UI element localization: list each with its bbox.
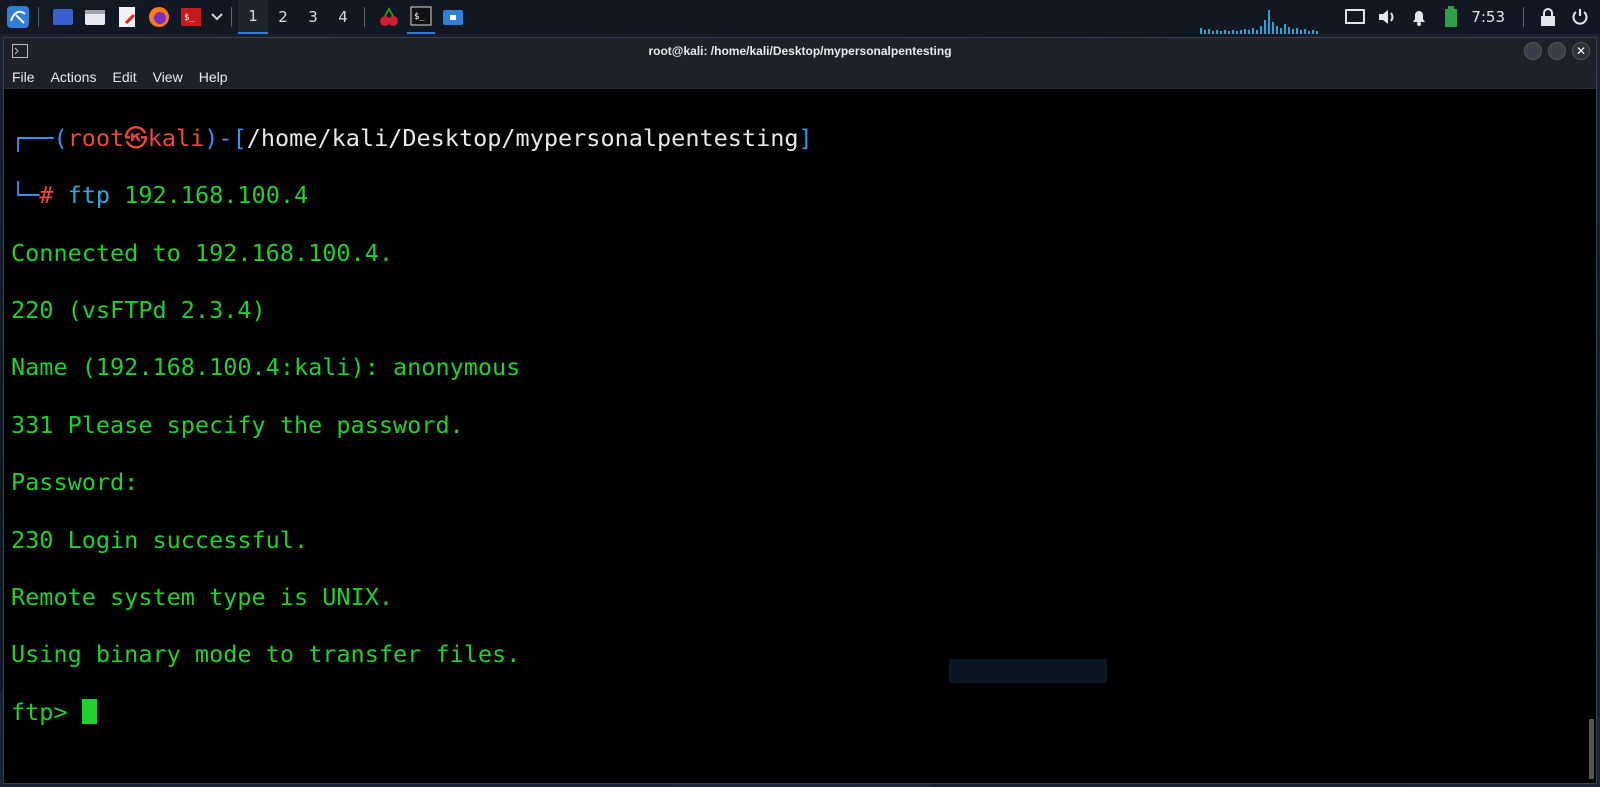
prompt-user: root: [67, 123, 125, 152]
desktop-icon[interactable]: [49, 3, 77, 31]
menu-view[interactable]: View: [145, 69, 191, 85]
workspace-1[interactable]: 1: [238, 0, 268, 34]
command-args: 192.168.100.4: [124, 181, 309, 210]
divider: [1523, 7, 1524, 27]
background-window-ghost: [949, 334, 1596, 774]
menu-bar: File Actions Edit View Help: [4, 65, 1596, 89]
window-titlebar[interactable]: root@kali: /home/kali/Desktop/mypersonal…: [4, 38, 1596, 65]
svg-text:$_: $_: [184, 13, 195, 23]
output-line: Name (192.168.100.4:kali): anonymous: [11, 353, 521, 382]
file-manager-icon[interactable]: [81, 3, 109, 31]
workspace-4[interactable]: 4: [328, 0, 358, 34]
output-line: 220 (vsFTPd 2.3.4): [11, 295, 266, 324]
ftp-prompt: ftp>: [11, 697, 82, 726]
workspace-3[interactable]: 3: [298, 0, 328, 34]
bell-icon[interactable]: [1405, 3, 1433, 31]
volume-icon[interactable]: [1373, 3, 1401, 31]
divider: [231, 7, 232, 27]
output-line: Remote system type is UNIX.: [11, 582, 394, 611]
clock[interactable]: 7:53: [1471, 8, 1505, 26]
command-line: └─# ftp 192.168.100.4: [11, 181, 309, 210]
chevron-down-icon[interactable]: [209, 3, 225, 31]
battery-icon[interactable]: [1437, 3, 1465, 31]
output-line: 331 Please specify the password.: [11, 410, 464, 439]
terminal-text: ┌──(root㉿kali)-[/home/kali/Desktop/myper…: [11, 95, 813, 783]
menu-file[interactable]: File: [4, 69, 43, 85]
terminal-icon[interactable]: $_: [407, 0, 435, 34]
prompt-host: kali: [147, 123, 205, 152]
menu-actions[interactable]: Actions: [43, 69, 105, 85]
divider: [364, 7, 365, 27]
minimize-button[interactable]: [1524, 42, 1542, 60]
kali-menu-icon[interactable]: [4, 3, 32, 31]
terminal-window: root@kali: /home/kali/Desktop/mypersonal…: [3, 37, 1597, 784]
svg-text:$_: $_: [414, 12, 425, 22]
workspace-2[interactable]: 2: [268, 0, 298, 34]
output-line: 230 Login successful.: [11, 525, 309, 554]
terminal-cursor: [81, 698, 97, 724]
display-icon[interactable]: [1341, 3, 1369, 31]
scrollbar[interactable]: [1589, 719, 1594, 779]
window-title: root@kali: /home/kali/Desktop/mypersonal…: [648, 44, 952, 58]
maximize-button[interactable]: [1548, 42, 1566, 60]
divider: [38, 7, 39, 27]
firefox-icon[interactable]: [145, 3, 173, 31]
window-controls: ✕: [1524, 42, 1590, 60]
terminal-output-area[interactable]: ┌──(root㉿kali)-[/home/kali/Desktop/myper…: [4, 89, 1596, 783]
terminal-red-icon[interactable]: $_: [177, 3, 205, 31]
menu-edit[interactable]: Edit: [104, 69, 144, 85]
top-panel: $_ 1 2 3 4 $_ 7:53: [0, 0, 1600, 34]
menu-help[interactable]: Help: [191, 69, 236, 85]
close-button[interactable]: ✕: [1572, 42, 1590, 60]
close-icon: ✕: [1575, 44, 1587, 58]
audio-visualizer: [1200, 10, 1318, 34]
command-name: ftp: [67, 181, 111, 210]
text-editor-icon[interactable]: [113, 3, 141, 31]
prompt-path: /home/kali/Desktop/mypersonalpentesting: [246, 123, 799, 152]
output-line: Connected to 192.168.100.4.: [11, 238, 394, 267]
ftp-prompt-line: ftp>: [11, 698, 813, 727]
cherrytree-icon[interactable]: [375, 3, 403, 31]
folder-icon[interactable]: [439, 3, 467, 31]
power-icon[interactable]: [1566, 3, 1594, 31]
prompt-line: ┌──(root㉿kali)-[/home/kali/Desktop/myper…: [11, 123, 813, 152]
output-line: Password:: [11, 468, 139, 497]
ghost-selection: [949, 659, 1107, 683]
lock-icon[interactable]: [1534, 3, 1562, 31]
system-tray: 7:53: [1337, 0, 1600, 34]
output-line: Using binary mode to transfer files.: [11, 640, 521, 669]
